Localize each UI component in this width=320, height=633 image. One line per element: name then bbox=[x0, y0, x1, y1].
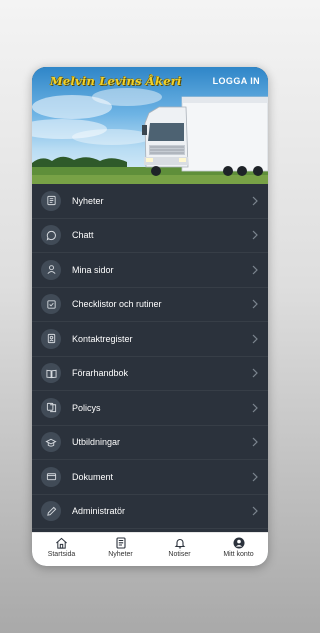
menu-item-forarhandbok[interactable]: Förarhandbok bbox=[32, 357, 268, 391]
tab-mitt-konto[interactable]: Mitt konto bbox=[209, 533, 268, 566]
menu-item-checklistor[interactable]: Checklistor och rutiner bbox=[32, 288, 268, 322]
chevron-right-icon bbox=[252, 403, 258, 413]
chevron-right-icon bbox=[252, 230, 258, 240]
menu-item-chatt[interactable]: Chatt bbox=[32, 219, 268, 253]
documents-icon bbox=[41, 397, 61, 418]
news-icon bbox=[115, 537, 126, 549]
header-banner: Melvin Levins Åkeri LOGGA IN bbox=[32, 67, 268, 184]
menu-item-label: Policys bbox=[72, 402, 101, 413]
chevron-right-icon bbox=[252, 265, 258, 275]
tab-label: Notiser bbox=[168, 551, 191, 558]
menu-item-label: Utbildningar bbox=[72, 437, 121, 448]
book-icon bbox=[41, 363, 61, 384]
tab-label: Nyheter bbox=[108, 551, 133, 558]
brand-logo: Melvin Levins Åkeri bbox=[50, 74, 182, 88]
bell-icon bbox=[174, 539, 185, 549]
menu-item-label: Förarhandbok bbox=[72, 368, 129, 379]
tab-notiser[interactable]: Notiser bbox=[150, 533, 209, 566]
menu-item-label: Dokument bbox=[72, 471, 114, 482]
menu-item-label: Checklistor och rutiner bbox=[72, 299, 162, 310]
tab-nyheter[interactable]: Nyheter bbox=[91, 533, 150, 566]
checkbox-icon bbox=[41, 294, 61, 315]
menu-item-nyheter[interactable]: Nyheter bbox=[32, 184, 268, 219]
chevron-right-icon bbox=[252, 334, 258, 344]
tab-startsida[interactable]: Startsida bbox=[32, 533, 91, 566]
menu-item-label: Nyheter bbox=[72, 195, 104, 206]
tab-label: Mitt konto bbox=[223, 551, 254, 558]
login-button[interactable]: LOGGA IN bbox=[213, 76, 260, 86]
news-icon bbox=[41, 190, 61, 211]
app-screen: Melvin Levins Åkeri LOGGA IN Nyheter Cha… bbox=[32, 67, 268, 566]
menu-item-label: Mina sidor bbox=[72, 264, 114, 275]
person-icon bbox=[41, 259, 61, 280]
graduation-cap-icon bbox=[41, 432, 61, 453]
chevron-right-icon bbox=[252, 196, 258, 206]
menu-item-label: Administratör bbox=[72, 506, 126, 517]
chat-bubble-icon bbox=[41, 225, 61, 246]
account-icon bbox=[233, 537, 244, 549]
main-menu: Nyheter Chatt Mina sidor Checklistor och… bbox=[32, 184, 268, 529]
chevron-right-icon bbox=[252, 506, 258, 516]
chevron-right-icon bbox=[252, 472, 258, 482]
tab-label: Startsida bbox=[47, 551, 76, 558]
pencil-icon bbox=[41, 501, 61, 522]
menu-item-mina-sidor[interactable]: Mina sidor bbox=[32, 253, 268, 288]
menu-item-policys[interactable]: Policys bbox=[32, 391, 268, 426]
menu-item-label: Chatt bbox=[72, 230, 94, 241]
chevron-right-icon bbox=[252, 368, 258, 378]
folder-icon bbox=[41, 466, 61, 487]
chevron-right-icon bbox=[252, 299, 258, 309]
bottom-tab-bar: Startsida Nyheter Notiser Mitt konto bbox=[32, 532, 268, 566]
menu-item-label: Kontaktregister bbox=[72, 333, 133, 344]
chevron-right-icon bbox=[252, 437, 258, 447]
home-icon bbox=[56, 537, 67, 549]
contact-card-icon bbox=[41, 328, 61, 349]
menu-item-utbildningar[interactable]: Utbildningar bbox=[32, 426, 268, 460]
menu-item-dokument[interactable]: Dokument bbox=[32, 460, 268, 495]
menu-item-administrator[interactable]: Administratör bbox=[32, 495, 268, 529]
menu-item-kontaktregister[interactable]: Kontaktregister bbox=[32, 322, 268, 357]
